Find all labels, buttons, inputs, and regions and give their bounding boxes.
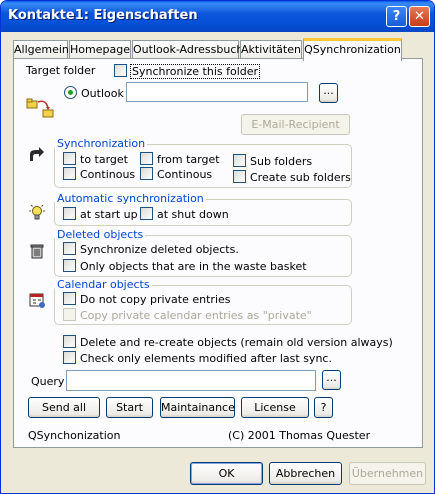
title-bar[interactable]: Kontakte1: Eigenschaften ? ✕ — [1, 1, 434, 32]
sync-deleted-label: Synchronize deleted objects. — [80, 243, 239, 256]
check-modified-checkbox[interactable] — [63, 351, 76, 364]
synchronization-group-title: Synchronization — [55, 137, 148, 150]
email-recipient-button[interactable]: E-Mail-Recipient — [241, 114, 350, 135]
to-target-label: to target — [80, 153, 128, 166]
copyright-text: (C) 2001 Thomas Quester — [228, 429, 371, 442]
query-field[interactable] — [66, 370, 316, 391]
create-sub-folders-label: Create sub folders — [250, 171, 351, 184]
ok-button[interactable]: OK — [190, 462, 263, 485]
lightbulb-icon — [29, 204, 45, 220]
create-sub-folders-checkbox[interactable] — [233, 170, 246, 183]
at-start-up-checkbox[interactable] — [63, 207, 76, 220]
query-browse-button[interactable]: ... — [322, 370, 341, 390]
calendar-icon — [29, 293, 45, 308]
continous-from-checkbox[interactable] — [140, 167, 153, 180]
tab-outlook-adressbuch[interactable]: Outlook-Adressbuch — [132, 40, 243, 60]
maintainance-button[interactable]: Maintainance — [160, 397, 235, 418]
deleted-objects-group-title: Deleted objects — [55, 228, 146, 241]
sync-arrow-icon — [30, 147, 44, 161]
query-label: Query — [31, 375, 65, 388]
apply-button[interactable]: Übernehmen — [349, 462, 426, 485]
only-waste-basket-label: Only objects that are in the waste baske… — [80, 260, 307, 273]
continous-to-label: Continous — [80, 168, 136, 181]
tab-allgemein[interactable]: Allgemein — [13, 40, 69, 60]
only-waste-basket-checkbox[interactable] — [63, 259, 76, 272]
tab-homepage[interactable]: Homepage — [69, 40, 131, 60]
to-target-checkbox[interactable] — [63, 152, 76, 165]
start-button[interactable]: Start — [106, 397, 153, 418]
close-icon: ✕ — [414, 9, 425, 24]
no-private-label: Do not copy private entries — [80, 293, 231, 306]
at-shut-down-checkbox[interactable] — [140, 207, 153, 220]
calendar-objects-group-title: Calendar objects — [55, 278, 152, 291]
copy-private-as-checkbox[interactable] — [63, 308, 76, 321]
folder-sync-icon — [26, 98, 54, 118]
sub-folders-label: Sub folders — [250, 155, 313, 168]
no-private-checkbox[interactable] — [63, 292, 76, 305]
sub-folders-checkbox[interactable] — [233, 154, 246, 167]
properties-window: Kontakte1: Eigenschaften ? ✕ Allgemein H… — [0, 0, 435, 494]
from-target-checkbox[interactable] — [140, 152, 153, 165]
trash-icon — [30, 244, 44, 259]
tab-panel: Target folder Synchronize this folder Ou… — [13, 58, 423, 448]
at-start-up-label: at start up — [80, 208, 138, 221]
help-button[interactable]: ? — [386, 6, 407, 27]
tab-qsynchronization[interactable]: QSynchronization — [303, 38, 402, 61]
target-folder-label: Target folder — [26, 64, 96, 77]
help-icon: ? — [392, 9, 401, 24]
outlook-folder-field[interactable] — [126, 82, 308, 102]
continous-from-label: Continous — [157, 168, 213, 181]
automatic-sync-group-title: Automatic synchronization — [55, 192, 206, 205]
sync-this-folder-label: Synchronize this folder — [130, 64, 261, 79]
close-button[interactable]: ✕ — [409, 6, 430, 27]
outlook-browse-button[interactable]: ... — [319, 83, 338, 103]
outlook-label: Outlook — [81, 87, 124, 100]
outlook-radio[interactable] — [64, 86, 77, 99]
tab-aktivitaeten[interactable]: Aktivitäten — [240, 40, 302, 60]
delete-recreate-label: Delete and re-create objects (remain old… — [80, 336, 393, 349]
cancel-button[interactable]: Abbrechen — [269, 462, 342, 485]
delete-recreate-checkbox[interactable] — [63, 335, 76, 348]
action-help-button[interactable]: ? — [314, 397, 333, 418]
window-title: Kontakte1: Eigenschaften — [8, 8, 198, 23]
at-shut-down-label: at shut down — [157, 208, 229, 221]
copy-private-as-label: Copy private calendar entries as "privat… — [80, 309, 312, 322]
continous-to-checkbox[interactable] — [63, 167, 76, 180]
check-modified-label: Check only elements modified after last … — [80, 352, 332, 365]
product-name: QSynchonization — [28, 429, 121, 442]
sync-this-folder-checkbox[interactable] — [114, 64, 127, 77]
send-all-button[interactable]: Send all — [28, 397, 100, 418]
license-button[interactable]: License — [241, 397, 309, 418]
sync-deleted-checkbox[interactable] — [63, 242, 76, 255]
from-target-label: from target — [157, 153, 220, 166]
